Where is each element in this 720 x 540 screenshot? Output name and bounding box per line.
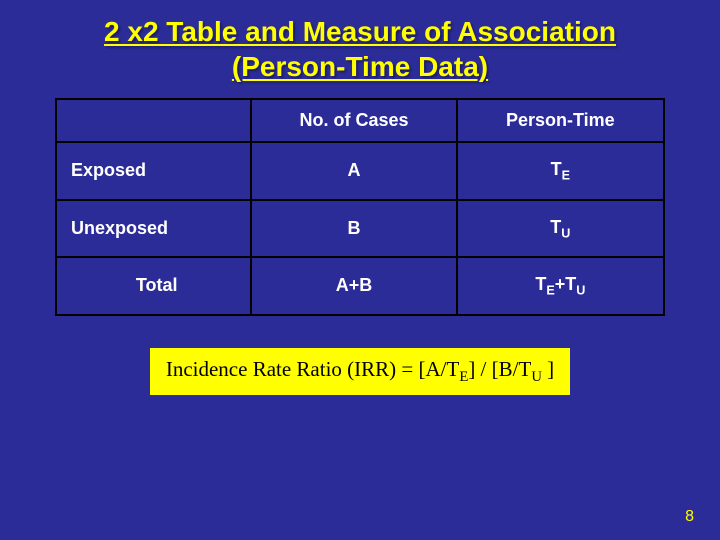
- col-header-cases: No. of Cases: [251, 99, 456, 142]
- slide-title: 2 x2 Table and Measure of Association (P…: [0, 0, 720, 88]
- table-row: Unexposed B TU: [56, 200, 664, 258]
- plus-sign: +: [555, 274, 566, 294]
- pt-subscript: U: [561, 226, 570, 240]
- cell-exposed-pt: TE: [457, 142, 664, 200]
- row-label-exposed: Exposed: [56, 142, 251, 200]
- formula-subscript: U: [531, 369, 542, 385]
- table-row: Exposed A TE: [56, 142, 664, 200]
- formula-text: ] / [B/T: [468, 357, 531, 381]
- slide: 2 x2 Table and Measure of Association (P…: [0, 0, 720, 540]
- cell-total-cases: A+B: [251, 257, 456, 315]
- cell-unexposed-cases: B: [251, 200, 456, 258]
- col-header-persontime: Person-Time: [457, 99, 664, 142]
- pt-symbol: T: [550, 217, 561, 237]
- pt-subscript: E: [546, 284, 554, 298]
- title-line-2: (Person-Time Data): [232, 51, 488, 82]
- pt-symbol: T: [565, 274, 576, 294]
- cell-unexposed-pt: TU: [457, 200, 664, 258]
- row-label-total: Total: [56, 257, 251, 315]
- formula-subscript: E: [459, 369, 468, 385]
- pt-subscript: U: [576, 284, 585, 298]
- table-row: Total A+B TE+TU: [56, 257, 664, 315]
- table-header-row: No. of Cases Person-Time: [56, 99, 664, 142]
- cell-exposed-cases: A: [251, 142, 456, 200]
- irr-formula: Incidence Rate Ratio (IRR) = [A/TE] / [B…: [150, 348, 570, 395]
- cell-total-pt: TE+TU: [457, 257, 664, 315]
- row-label-unexposed: Unexposed: [56, 200, 251, 258]
- formula-text: Incidence Rate Ratio (IRR) = [A/T: [166, 357, 460, 381]
- pt-symbol: T: [535, 274, 546, 294]
- formula-text: ]: [542, 357, 554, 381]
- page-number: 8: [685, 508, 694, 526]
- col-header-blank: [56, 99, 251, 142]
- pt-subscript: E: [562, 169, 570, 183]
- pt-symbol: T: [551, 159, 562, 179]
- title-line-1: 2 x2 Table and Measure of Association: [104, 16, 616, 47]
- two-by-two-table: No. of Cases Person-Time Exposed A TE Un…: [55, 98, 665, 316]
